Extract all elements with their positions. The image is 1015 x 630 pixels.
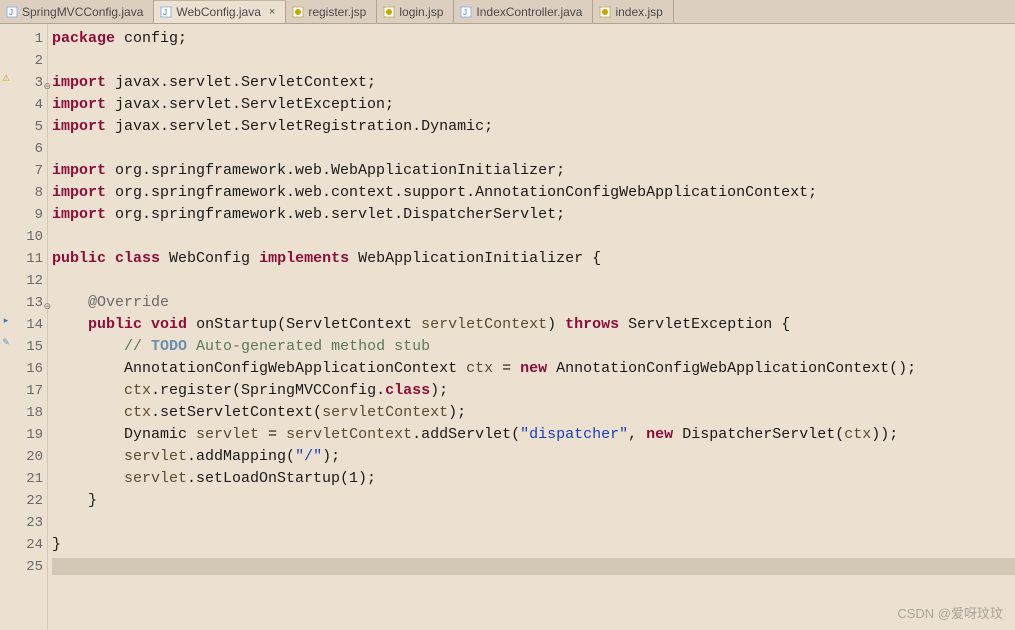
code-line[interactable] — [52, 50, 1015, 72]
line-number: 22 — [14, 490, 43, 512]
code-line[interactable]: ctx.setServletContext(servletContext); — [52, 402, 1015, 424]
override-marker-icon[interactable]: ▸ — [1, 316, 11, 326]
tab-label: WebConfig.java — [176, 5, 261, 19]
jsp-file-icon — [599, 6, 611, 18]
code-editor: ⚠▸✎ 123⊖45678910111213⊖14151617181920212… — [0, 24, 1015, 630]
line-number: 25 — [14, 556, 43, 578]
code-line[interactable]: servlet.addMapping("/"); — [52, 446, 1015, 468]
code-line[interactable]: import org.springframework.web.WebApplic… — [52, 160, 1015, 182]
line-number: 11 — [14, 248, 43, 270]
java-file-icon: J — [460, 6, 472, 18]
code-line[interactable]: import javax.servlet.ServletRegistration… — [52, 116, 1015, 138]
close-icon[interactable]: × — [269, 6, 275, 18]
tab-label: register.jsp — [308, 5, 366, 19]
editor-tabbar: J SpringMVCConfig.java J WebConfig.java × reg… — [0, 0, 1015, 24]
line-number: 19 — [14, 424, 43, 446]
line-number: 14 — [14, 314, 43, 336]
code-line[interactable]: } — [52, 534, 1015, 556]
line-number: 8 — [14, 182, 43, 204]
code-line[interactable]: ctx.register(SpringMVCConfig.class); — [52, 380, 1015, 402]
code-line[interactable]: public void onStartup(ServletContext ser… — [52, 314, 1015, 336]
line-number: 24 — [14, 534, 43, 556]
code-line[interactable]: } — [52, 490, 1015, 512]
tab-label: IndexController.java — [476, 5, 582, 19]
line-number: 7 — [14, 160, 43, 182]
code-line[interactable]: public class WebConfig implements WebApp… — [52, 248, 1015, 270]
task-marker-icon[interactable]: ✎ — [1, 338, 11, 348]
jsp-file-icon — [383, 6, 395, 18]
jsp-file-icon — [292, 6, 304, 18]
code-line[interactable]: servlet.setLoadOnStartup(1); — [52, 468, 1015, 490]
code-line[interactable]: // TODO Auto-generated method stub — [52, 336, 1015, 358]
line-number: 23 — [14, 512, 43, 534]
fold-toggle-icon[interactable]: ⊖ — [43, 296, 51, 318]
line-number-gutter: 123⊖45678910111213⊖141516171819202122232… — [14, 24, 48, 630]
code-line[interactable]: import org.springframework.web.context.s… — [52, 182, 1015, 204]
line-number: 3⊖ — [14, 72, 43, 94]
tab-label: index.jsp — [615, 5, 662, 19]
line-number: 15 — [14, 336, 43, 358]
svg-text:J: J — [163, 8, 167, 17]
line-number: 1 — [14, 28, 43, 50]
line-number: 18 — [14, 402, 43, 424]
line-number: 2 — [14, 50, 43, 72]
tab-login-jsp[interactable]: login.jsp — [377, 0, 454, 23]
line-number: 9 — [14, 204, 43, 226]
tab-indexcontroller-java[interactable]: J IndexController.java — [454, 0, 593, 23]
tab-springmvcconfig-java[interactable]: J SpringMVCConfig.java — [0, 0, 154, 23]
line-number: 6 — [14, 138, 43, 160]
code-line[interactable] — [52, 556, 1015, 578]
tab-webconfig-java[interactable]: J WebConfig.java × — [154, 0, 286, 23]
fold-toggle-icon[interactable]: ⊖ — [43, 76, 51, 98]
code-line[interactable] — [52, 512, 1015, 534]
code-line[interactable]: AnnotationConfigWebApplicationContext ct… — [52, 358, 1015, 380]
line-number: 5 — [14, 116, 43, 138]
code-area[interactable]: package config; import javax.servlet.Ser… — [48, 24, 1015, 630]
tab-index-jsp[interactable]: index.jsp — [593, 0, 673, 23]
line-number: 21 — [14, 468, 43, 490]
code-line[interactable] — [52, 226, 1015, 248]
tab-label: login.jsp — [399, 5, 443, 19]
line-number: 16 — [14, 358, 43, 380]
line-number: 4 — [14, 94, 43, 116]
code-line[interactable] — [52, 138, 1015, 160]
svg-text:J: J — [9, 8, 13, 17]
code-line[interactable]: import org.springframework.web.servlet.D… — [52, 204, 1015, 226]
java-file-icon: J — [160, 6, 172, 18]
code-line[interactable]: import javax.servlet.ServletException; — [52, 94, 1015, 116]
line-number: 12 — [14, 270, 43, 292]
marker-strip: ⚠ ▸ ✎ — [0, 24, 14, 630]
code-line[interactable]: import javax.servlet.ServletContext; — [52, 72, 1015, 94]
tab-register-jsp[interactable]: register.jsp — [286, 0, 377, 23]
code-line[interactable] — [52, 270, 1015, 292]
warning-marker-icon[interactable]: ⚠ — [1, 74, 11, 84]
code-line[interactable]: package config; — [52, 28, 1015, 50]
line-number: 10 — [14, 226, 43, 248]
line-number: 13⊖ — [14, 292, 43, 314]
svg-text:J: J — [463, 8, 467, 17]
code-line[interactable]: @Override — [52, 292, 1015, 314]
java-file-icon: J — [6, 6, 18, 18]
line-number: 17 — [14, 380, 43, 402]
tab-label: SpringMVCConfig.java — [22, 5, 143, 19]
code-line[interactable]: Dynamic servlet = servletContext.addServ… — [52, 424, 1015, 446]
line-number: 20 — [14, 446, 43, 468]
